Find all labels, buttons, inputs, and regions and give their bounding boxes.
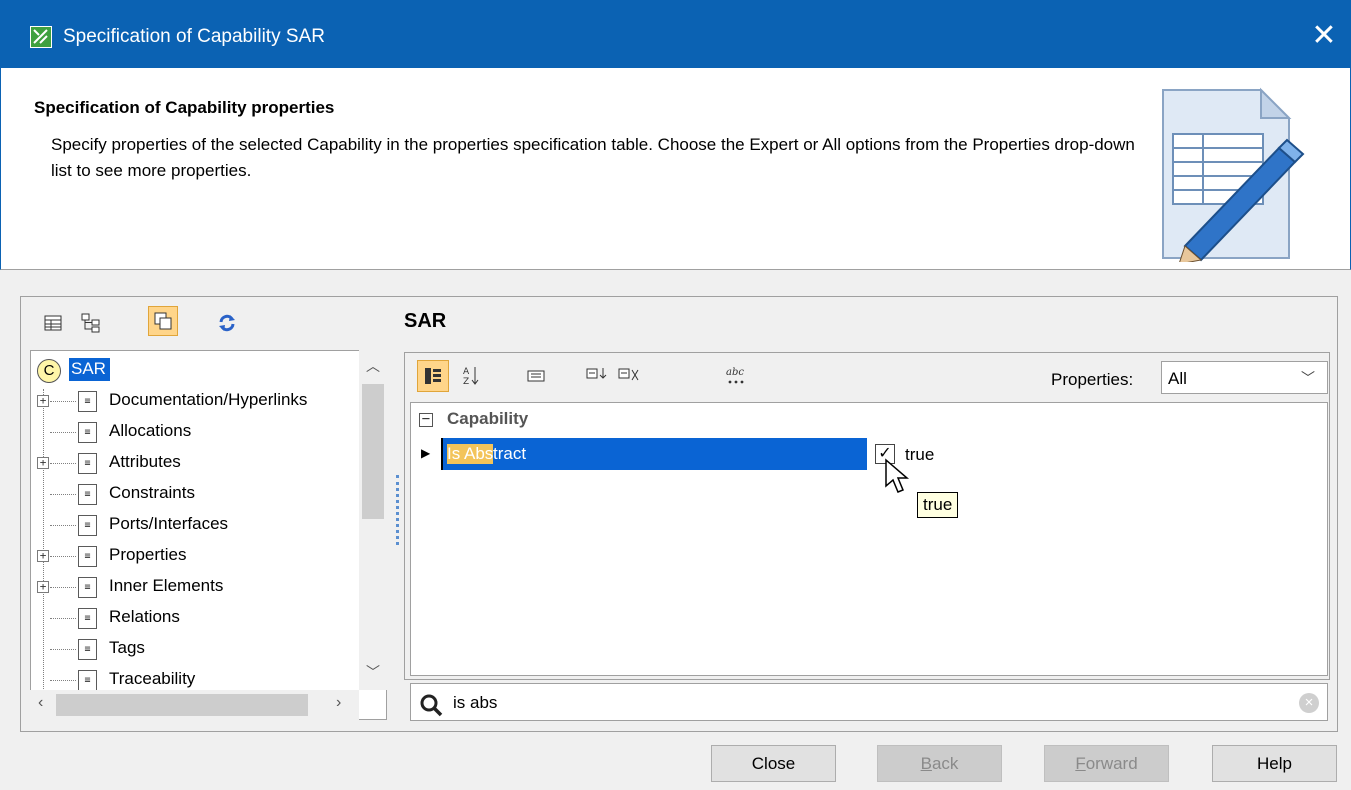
sort-alphabetical-icon[interactable]: AZ [455, 360, 487, 392]
expand-icon[interactable]: + [37, 550, 49, 562]
search-match-highlight: Is Abs [447, 444, 494, 464]
tree-connector [50, 587, 76, 588]
tree-item-label: Ports/Interfaces [109, 514, 229, 533]
tree-connector [50, 649, 76, 650]
properties-label: Properties: [1051, 370, 1134, 389]
panel-splitter[interactable] [396, 475, 399, 545]
expand-icon[interactable]: + [37, 581, 49, 593]
capability-icon: C [37, 359, 61, 383]
header-description: Specify properties of the selected Capab… [51, 135, 1135, 180]
value-tooltip: true [917, 492, 959, 518]
tree-item-label: Allocations [109, 421, 192, 440]
chevron-down-icon: ﹀ [1301, 370, 1315, 386]
property-group-icon: ≡ [78, 391, 97, 412]
scroll-left-icon[interactable]: ‹ [38, 694, 43, 712]
expand-all-icon[interactable] [582, 360, 614, 392]
header-title: Specification of Capability properties [34, 98, 335, 117]
tree-vertical-scrollbar[interactable]: ︿ ﹀ [359, 350, 387, 690]
scroll-down-icon[interactable]: ﹀ [363, 662, 383, 682]
tree-connector [50, 463, 76, 464]
header-panel: Specification of Capability properties S… [0, 68, 1351, 270]
scroll-right-icon[interactable]: › [336, 694, 341, 712]
expand-icon[interactable]: + [37, 457, 49, 469]
close-button[interactable]: Close [711, 745, 836, 782]
tree-connector [50, 432, 76, 433]
property-group-icon: ≡ [78, 577, 97, 598]
element-title: SAR [404, 310, 447, 332]
help-button[interactable]: Help [1212, 745, 1337, 782]
svg-text:abc: abc [726, 367, 744, 378]
description-icon[interactable] [520, 360, 552, 392]
scroll-up-icon[interactable]: ︿ [363, 356, 383, 376]
search-icon [420, 694, 443, 717]
collapse-all-icon[interactable] [614, 360, 646, 392]
property-value-cell[interactable]: ✓ true [869, 438, 1327, 470]
tree-guide-line [43, 389, 44, 689]
element-tree[interactable]: C SAR + ≡ Documentation/Hyperlinks ≡ Allocat… [30, 350, 387, 720]
property-name-rest: tract [493, 444, 527, 463]
mouse-cursor-icon [885, 458, 910, 493]
tree-item-label: Relations [109, 607, 180, 626]
tree-view-icon[interactable] [76, 308, 106, 338]
properties-dropdown-value: All [1168, 369, 1187, 388]
clear-search-icon[interactable]: × [1299, 693, 1319, 713]
category-row[interactable]: − Capability [419, 409, 528, 435]
window-title: Specification of Capability SAR [63, 26, 325, 47]
refresh-icon[interactable] [212, 308, 242, 338]
expand-icon[interactable]: + [37, 395, 49, 407]
property-group-icon: ≡ [78, 422, 97, 443]
tree-item-label: Attributes [109, 452, 181, 471]
back-mnemonic: B [920, 754, 932, 773]
property-row[interactable]: ▶ Is Abs tract ✓ true [411, 437, 1327, 471]
tree-item-label: Properties [109, 545, 187, 564]
scroll-thumb[interactable] [362, 384, 384, 519]
property-group-icon: ≡ [78, 484, 97, 505]
collapse-icon[interactable]: − [419, 412, 433, 427]
tree-item-label: Documentation/Hyperlinks [109, 390, 308, 409]
forward-button[interactable]: Forward [1044, 745, 1169, 782]
tree-connector [50, 401, 76, 402]
tree-item-label: Traceability [109, 669, 196, 688]
table-view-icon[interactable] [38, 308, 68, 338]
property-name-cell[interactable]: Is Abs tract [441, 438, 867, 470]
title-bar: Specification of Capability SAR ✕ [0, 0, 1351, 68]
tree-horizontal-scrollbar[interactable]: ‹ › [30, 690, 359, 720]
back-button[interactable]: Back [877, 745, 1002, 782]
tree-root-label: SAR [69, 358, 110, 381]
property-group-icon: ≡ [78, 639, 97, 660]
tree-connector [50, 618, 76, 619]
tree-item-label: Constraints [109, 483, 195, 502]
back-label: ack [931, 754, 959, 773]
property-grid: − Capability ▶ Is Abs tract ✓ true [410, 402, 1328, 676]
copy-icon[interactable] [148, 306, 178, 336]
document-pencil-icon [1162, 87, 1305, 262]
row-indicator-icon: ▶ [421, 446, 431, 460]
property-group-icon: ≡ [78, 515, 97, 536]
properties-dropdown[interactable]: All ﹀ [1161, 361, 1328, 394]
tree-connector [50, 525, 76, 526]
categorized-view-icon[interactable] [417, 360, 449, 392]
scroll-thumb-horizontal[interactable] [56, 694, 308, 716]
tree-connector [50, 494, 76, 495]
spell-check-icon[interactable]: abc [720, 360, 752, 392]
tree-connector [50, 556, 76, 557]
close-window-button[interactable]: ✕ [1304, 18, 1344, 58]
tree-item-label: Tags [109, 638, 145, 657]
svg-text:A: A [463, 367, 470, 377]
app-icon [30, 26, 52, 48]
property-search-field[interactable]: × [410, 683, 1328, 721]
forward-mnemonic: F [1075, 754, 1086, 773]
forward-label: orward [1085, 754, 1138, 773]
property-group-icon: ≡ [78, 546, 97, 567]
category-label: Capability [447, 409, 529, 428]
svg-text:Z: Z [463, 377, 469, 387]
tree-item-label: Inner Elements [109, 576, 224, 595]
tree-connector [50, 680, 76, 681]
property-group-icon: ≡ [78, 670, 97, 691]
property-group-icon: ≡ [78, 453, 97, 474]
search-input[interactable] [451, 690, 1271, 716]
property-group-icon: ≡ [78, 608, 97, 629]
